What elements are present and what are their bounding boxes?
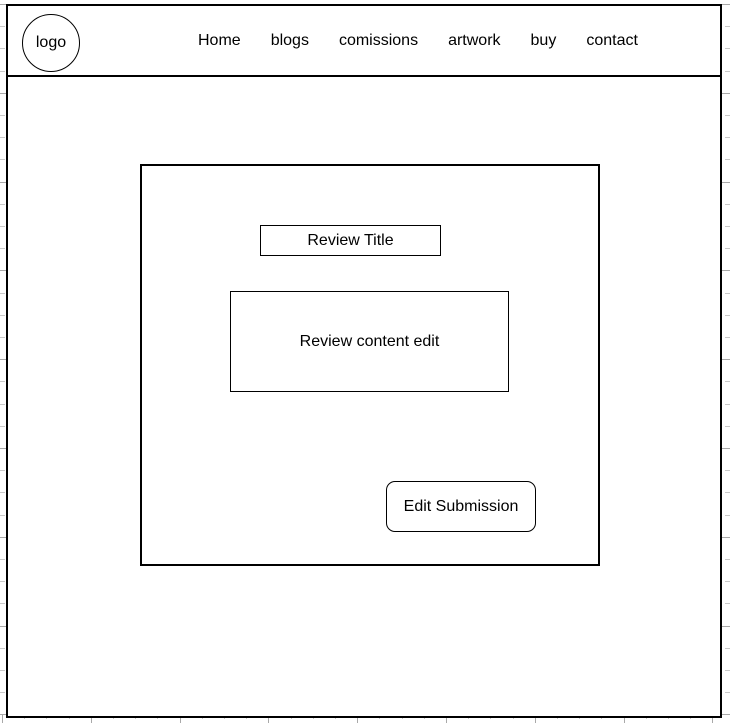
ruler-tick [725, 115, 730, 116]
ruler-tick [0, 470, 5, 471]
ruler-tick [725, 204, 730, 205]
ruler-tick [721, 448, 730, 449]
nav-item-home[interactable]: Home [198, 32, 241, 49]
ruler-tick [0, 603, 5, 604]
ruler-tick [721, 359, 730, 360]
ruler-tick [0, 559, 5, 560]
ruler-tick [721, 714, 730, 715]
page-body: Review Title Review content edit Edit Su… [6, 77, 722, 718]
ruler-tick [725, 692, 730, 693]
nav-item-blogs[interactable]: blogs [271, 32, 309, 49]
ruler-tick [721, 537, 730, 538]
edit-submission-label: Edit Submission [403, 497, 519, 515]
ruler-tick [725, 559, 730, 560]
ruler-tick [725, 603, 730, 604]
ruler-tick [721, 4, 730, 5]
ruler-tick [721, 182, 730, 183]
ruler-tick [0, 159, 5, 160]
ruler-tick [725, 293, 730, 294]
ruler-tick [725, 648, 730, 649]
ruler-tick [725, 71, 730, 72]
ruler-tick [0, 204, 5, 205]
ruler-tick [725, 581, 730, 582]
ruler-tick [0, 71, 5, 72]
review-content-value: Review content edit [299, 332, 440, 350]
logo-label: logo [35, 34, 67, 51]
ruler-tick [725, 515, 730, 516]
nav-item-artwork[interactable]: artwork [448, 32, 500, 49]
ruler-tick [2, 714, 3, 723]
review-title-input[interactable]: Review Title [260, 225, 441, 256]
review-content-textarea[interactable]: Review content edit [230, 291, 509, 392]
ruler-tick [0, 492, 5, 493]
ruler-tick [725, 248, 730, 249]
ruler-tick [725, 315, 730, 316]
ruler-tick [0, 426, 5, 427]
ruler-tick [725, 404, 730, 405]
ruler-tick [725, 159, 730, 160]
ruler-tick [721, 270, 730, 271]
ruler-tick [725, 426, 730, 427]
review-panel: Review Title Review content edit Edit Su… [140, 164, 600, 566]
ruler-tick [725, 470, 730, 471]
ruler-tick [0, 115, 5, 116]
ruler-tick [0, 581, 5, 582]
nav-item-contact[interactable]: contact [586, 32, 638, 49]
ruler-tick [0, 337, 5, 338]
edit-submission-button[interactable]: Edit Submission [386, 481, 536, 532]
ruler-tick [725, 337, 730, 338]
ruler-tick [725, 670, 730, 671]
ruler-tick [725, 381, 730, 382]
ruler-tick [0, 48, 5, 49]
ruler-tick [0, 248, 5, 249]
ruler-tick [0, 692, 5, 693]
logo[interactable]: logo [22, 14, 80, 72]
main-navigation: Home blogs comissions artwork buy contac… [198, 6, 638, 75]
ruler-tick [725, 48, 730, 49]
ruler-tick [725, 226, 730, 227]
site-header: logo Home blogs comissions artwork buy c… [6, 4, 722, 77]
ruler-tick [0, 381, 5, 382]
ruler-tick [0, 26, 5, 27]
ruler-tick [0, 293, 5, 294]
ruler-tick [721, 93, 730, 94]
ruler-tick [0, 670, 5, 671]
ruler-tick [725, 137, 730, 138]
ruler-tick [0, 515, 5, 516]
ruler-tick [725, 492, 730, 493]
ruler-tick [725, 26, 730, 27]
review-title-value: Review Title [307, 231, 394, 249]
ruler-tick [0, 137, 5, 138]
nav-item-comissions[interactable]: comissions [339, 32, 418, 49]
ruler-tick [0, 404, 5, 405]
ruler-tick [721, 626, 730, 627]
nav-item-buy[interactable]: buy [531, 32, 557, 49]
ruler-tick [0, 226, 5, 227]
ruler-tick [0, 648, 5, 649]
ruler-tick [0, 315, 5, 316]
